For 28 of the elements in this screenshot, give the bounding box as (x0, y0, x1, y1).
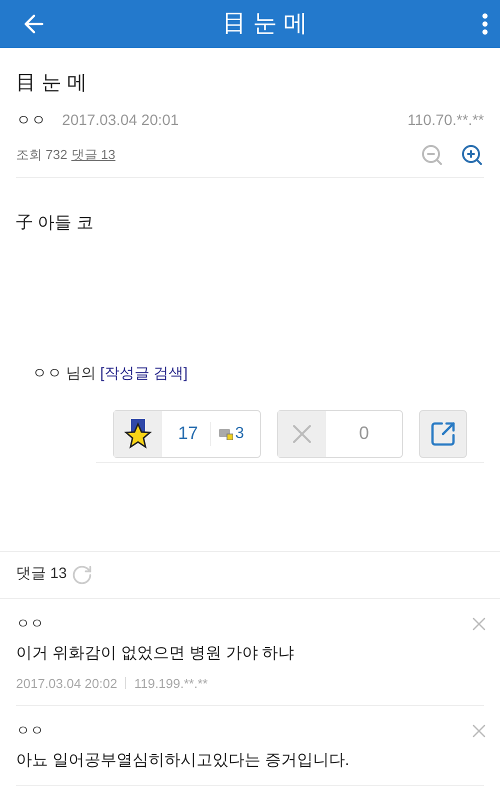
ip-address: 110.70.**.** (408, 111, 484, 131)
post-body: 子 아들 코 (16, 212, 94, 234)
app-bar-title: 目 눈 메 (221, 9, 309, 39)
post-title: 目 눈 메 (16, 71, 88, 96)
star-icon (124, 418, 152, 448)
recommend-count: 17 (178, 422, 198, 445)
share-icon (428, 420, 457, 448)
zoom-in-button[interactable] (460, 142, 484, 166)
comments-header: 댓글 13 (16, 564, 67, 584)
comment-author: ㅇㅇ (16, 721, 44, 740)
view-count: 조회 732 (16, 146, 68, 164)
downvote-count: 0 (358, 422, 370, 445)
author-search-link[interactable]: [작성글 검색] (100, 363, 188, 386)
more-icon (482, 13, 488, 35)
comment-author: ㅇㅇ (16, 614, 44, 632)
comment-text: 이거 위화감이 없었으면 병원 가야 하냐 (16, 644, 296, 664)
author-name: ㅇㅇ (16, 111, 46, 131)
fixed-recommend-count: 3 (235, 424, 244, 444)
comments-link[interactable]: 댓글 13 (71, 144, 116, 164)
share-button[interactable] (418, 410, 467, 458)
comment-date: 2017.03.04 20:02 (16, 674, 118, 692)
recommend-button[interactable] (114, 410, 162, 456)
author-label: ㅇㅇ 님의 (32, 364, 96, 384)
comment-ip: 119.199.**.** (134, 674, 208, 692)
more-menu-button[interactable] (482, 13, 488, 35)
badge-icon (219, 428, 234, 440)
comment-text: 아뇨 일어공부열심히하시고있다는 증거입니다. (16, 751, 350, 771)
post-date: 2017.03.04 20:01 (62, 111, 179, 131)
